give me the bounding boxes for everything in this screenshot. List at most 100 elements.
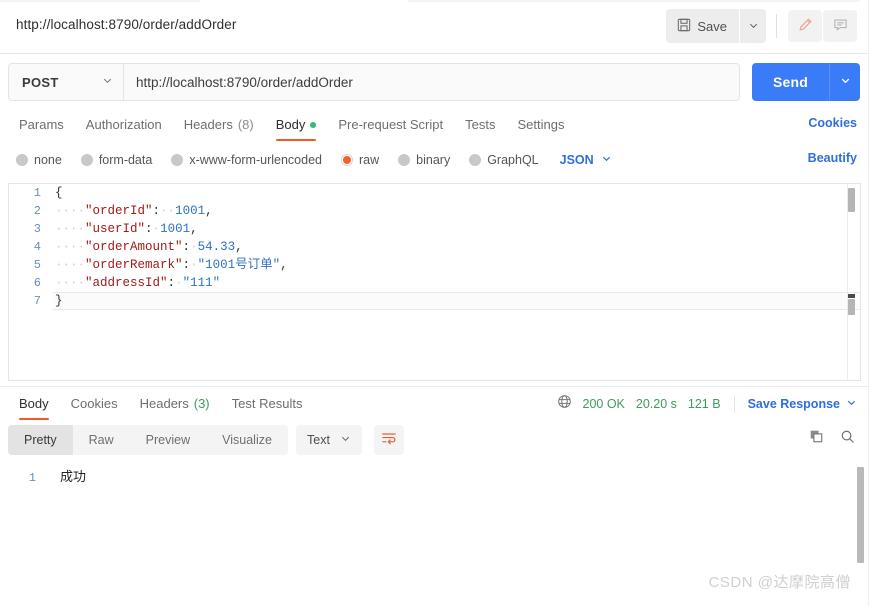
tab-tests[interactable]: Tests — [454, 108, 506, 141]
code-text: ····"userId":·1001, — [53, 220, 860, 238]
pencil-icon — [798, 17, 813, 35]
response-view-switcher: Pretty Raw Preview Visualize — [8, 425, 288, 455]
chevron-down-icon — [601, 151, 612, 169]
tab-label: Headers — [183, 117, 233, 132]
response-tab-cookies[interactable]: Cookies — [60, 387, 129, 420]
response-tab-headers[interactable]: Headers (3) — [129, 387, 221, 420]
tab-body[interactable]: Body — [265, 108, 328, 141]
view-label: Visualize — [222, 433, 272, 447]
tab-label: Authorization — [85, 117, 162, 132]
response-tab-test-results[interactable]: Test Results — [221, 387, 314, 420]
body-type-label: raw — [359, 153, 380, 167]
word-wrap-button[interactable] — [374, 425, 404, 455]
save-options-button[interactable] — [740, 9, 766, 43]
search-icon[interactable] — [840, 429, 855, 449]
token-key: "userId" — [85, 222, 146, 236]
url-bar: POST http://localhost:8790/order/addOrde… — [0, 54, 869, 108]
body-type-label: x-www-form-urlencoded — [189, 153, 322, 167]
token-ws: ···· — [55, 222, 86, 236]
code-line: 1{ — [9, 184, 860, 202]
token-str: "1001号订单" — [197, 258, 281, 272]
tab-label: Body — [275, 117, 306, 132]
save-response-button[interactable]: Save Response — [748, 395, 857, 413]
code-line: 3 ····"userId":·1001, — [9, 220, 860, 238]
body-type-raw[interactable]: raw — [341, 153, 379, 167]
http-method-label: POST — [22, 74, 59, 90]
line-number: 1 — [33, 186, 41, 200]
token-key: "orderId" — [85, 204, 153, 218]
code-text: } — [53, 292, 860, 310]
body-type-none[interactable]: none — [16, 153, 62, 167]
response-format-select[interactable]: Text — [296, 425, 362, 455]
editor-scrollbar-thumb[interactable] — [848, 188, 855, 212]
tab-settings[interactable]: Settings — [506, 108, 575, 141]
token-ws: ·· — [160, 204, 176, 218]
code-line: 5 ····"orderRemark":·"1001号订单", — [9, 256, 860, 274]
token-ws: ···· — [55, 204, 86, 218]
response-view-visualize[interactable]: Visualize — [206, 425, 288, 455]
token-punc: : — [152, 204, 161, 218]
code-text: ····"addressId":·"111" — [53, 274, 860, 292]
view-label: Pretty — [24, 433, 57, 447]
response-view-pretty[interactable]: Pretty — [8, 425, 73, 455]
chevron-down-icon — [748, 19, 759, 34]
send-options-button[interactable] — [830, 73, 860, 91]
chevron-down-icon — [340, 431, 351, 449]
response-view-raw[interactable]: Raw — [73, 425, 130, 455]
body-type-graphql[interactable]: GraphQL — [469, 153, 539, 167]
tab-count: (8) — [237, 117, 254, 132]
editor-scrollbar-thumb-secondary[interactable] — [848, 299, 855, 315]
token-ws: ···· — [55, 258, 86, 272]
view-label: Preview — [145, 433, 191, 447]
editor-scrollbar[interactable] — [848, 186, 858, 378]
request-tabs: Params Authorization Headers (8) Body Pr… — [0, 108, 869, 141]
watermark: CSDN @达摩院高僧 — [708, 574, 851, 591]
response-view-preview[interactable]: Preview — [130, 425, 206, 455]
response-body-viewer[interactable]: 1 成功 CSDN @达摩院高僧 — [0, 463, 869, 606]
code-text: ····"orderId":··1001, — [53, 202, 860, 220]
response-scrollbar-thumb[interactable] — [857, 467, 864, 563]
token-punc: : — [182, 240, 191, 254]
token-punc: : — [167, 276, 176, 290]
code-text: ····"orderAmount":·54.33, — [53, 238, 860, 256]
tab-label: Cookies — [70, 396, 118, 411]
body-type-selector: none form-data x-www-form-urlencoded raw… — [0, 145, 869, 175]
radio-icon — [80, 154, 93, 166]
body-type-binary[interactable]: binary — [398, 153, 450, 167]
token-key: "orderAmount" — [85, 240, 183, 254]
body-type-x-www-form-urlencoded[interactable]: x-www-form-urlencoded — [171, 153, 322, 167]
edit-request-button[interactable] — [788, 10, 822, 42]
chevron-down-icon — [102, 73, 113, 91]
beautify-link[interactable]: Beautify — [808, 151, 857, 165]
response-body-code: 1 成功 — [0, 463, 869, 487]
radio-icon — [171, 154, 184, 166]
tab-headers[interactable]: Headers (8) — [173, 108, 265, 141]
token-punc: , — [235, 240, 243, 254]
request-body-editor[interactable]: 1{2 ····"orderId":··1001, 3 ····"userId":·1… — [8, 183, 861, 381]
token-key: "orderRemark" — [85, 258, 183, 272]
line-number: 7 — [33, 294, 41, 308]
comments-button[interactable] — [823, 10, 857, 42]
line-number: 1 — [28, 471, 36, 485]
url-input[interactable]: http://localhost:8790/order/addOrder — [123, 63, 740, 101]
meta-divider — [733, 395, 735, 413]
tab-label: Params — [19, 117, 64, 132]
request-title-bar: http://localhost:8790/order/addOrder Sav… — [0, 0, 869, 54]
send-button[interactable]: Send — [752, 63, 860, 101]
cookies-link[interactable]: Cookies — [808, 116, 857, 130]
response-tab-body[interactable]: Body — [8, 387, 60, 420]
line-number: 2 — [33, 204, 41, 218]
token-num: 54.33 — [197, 240, 236, 254]
body-type-form-data[interactable]: form-data — [80, 153, 152, 167]
body-format-select[interactable]: JSON — [560, 151, 612, 169]
tab-params[interactable]: Params — [8, 108, 75, 141]
request-name: http://localhost:8790/order/addOrder — [16, 17, 237, 32]
tab-label: Pre-request Script — [338, 117, 444, 132]
tab-pre-request-script[interactable]: Pre-request Script — [327, 108, 454, 141]
http-method-select[interactable]: POST — [8, 63, 123, 101]
tab-authorization[interactable]: Authorization — [75, 108, 173, 141]
save-button[interactable]: Save — [666, 9, 739, 43]
line-number: 3 — [33, 222, 41, 236]
copy-icon[interactable] — [809, 429, 824, 449]
request-body-code[interactable]: 1{2 ····"orderId":··1001, 3 ····"userId":·1… — [9, 184, 860, 380]
